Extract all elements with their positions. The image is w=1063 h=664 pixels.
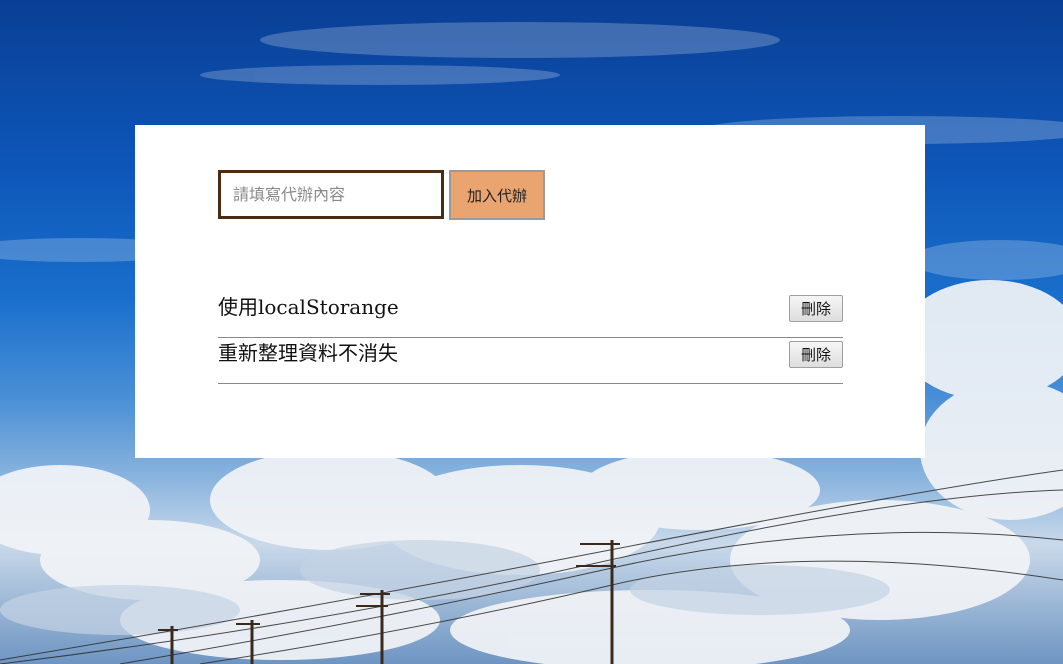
todo-item: 使用localStorange 刪除	[218, 293, 843, 338]
todo-list: 使用localStorange 刪除 重新整理資料不消失 刪除	[218, 293, 843, 384]
delete-todo-button[interactable]: 刪除	[789, 341, 843, 368]
todo-card: 加入代辦 使用localStorange 刪除 重新整理資料不消失 刪除	[135, 125, 925, 458]
todo-item-text: 重新整理資料不消失	[218, 341, 398, 365]
add-todo-button[interactable]: 加入代辦	[449, 170, 545, 220]
todo-item: 重新整理資料不消失 刪除	[218, 339, 843, 384]
delete-todo-button[interactable]: 刪除	[789, 295, 843, 322]
todo-input[interactable]	[218, 170, 444, 219]
todo-item-text: 使用localStorange	[218, 295, 399, 319]
